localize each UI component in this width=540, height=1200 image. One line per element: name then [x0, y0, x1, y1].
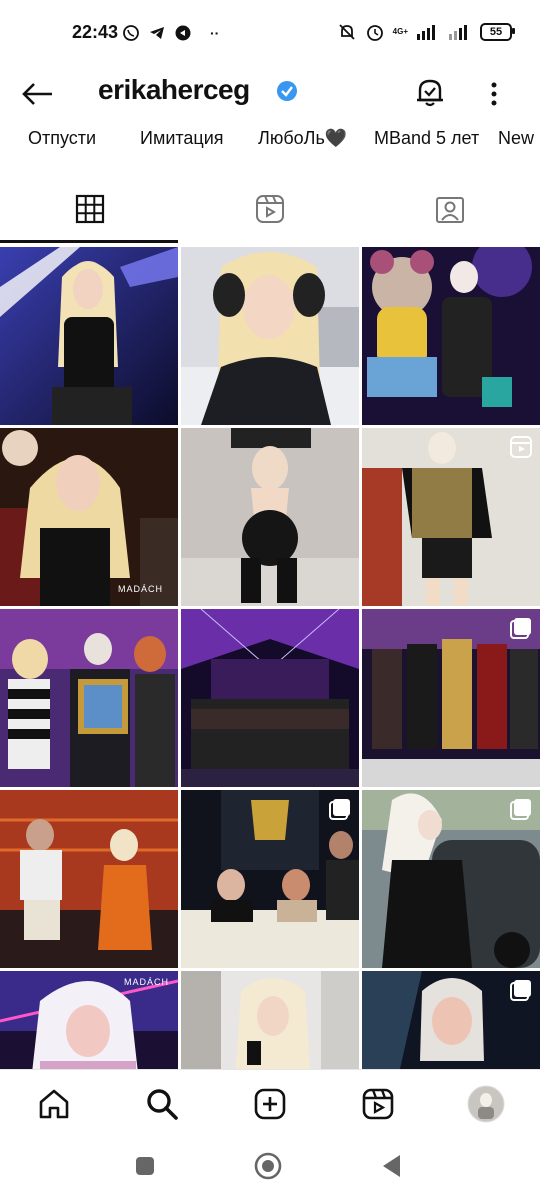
signal-icon [417, 25, 435, 40]
post-watermark: MADÁCH [118, 584, 164, 594]
highlight-label[interactable]: Имитация [140, 128, 224, 149]
posts-grid: MADÁCH MADÁCH [0, 247, 540, 1069]
profile-tabs [0, 186, 540, 244]
grid-icon [75, 194, 105, 224]
tab-reels[interactable] [180, 186, 360, 242]
reel-badge-icon [510, 436, 532, 458]
nav-home[interactable] [34, 1084, 74, 1124]
telegram-icon [150, 27, 164, 39]
home-button-icon[interactable] [254, 1152, 282, 1180]
post-thumbnail[interactable] [181, 790, 359, 968]
nav-search[interactable] [142, 1084, 182, 1124]
reels-nav-icon [362, 1088, 394, 1120]
post-thumbnail[interactable] [362, 790, 540, 968]
system-navigation [0, 1135, 540, 1200]
status-bar: 22:43 ·· 4G+ 55 [0, 0, 540, 66]
post-thumbnail[interactable] [0, 247, 178, 425]
nav-profile[interactable] [466, 1084, 506, 1124]
post-thumbnail[interactable] [181, 971, 359, 1069]
post-thumbnail[interactable] [181, 609, 359, 787]
recent-apps-icon[interactable] [134, 1155, 156, 1177]
story-highlights: Отпусти Имитация ЛюбоЛь🖤 MBand 5 лет New [0, 128, 540, 158]
add-post-icon [254, 1088, 286, 1120]
tab-tagged[interactable] [360, 186, 540, 242]
nav-create[interactable] [250, 1084, 290, 1124]
carousel-badge-icon [329, 799, 350, 820]
battery-level: 55 [489, 26, 503, 38]
avatar [467, 1085, 505, 1123]
highlight-label[interactable]: Отпусти [28, 128, 96, 149]
mute-icon [339, 24, 355, 40]
carousel-badge-icon [510, 980, 531, 1001]
post-thumbnail[interactable] [181, 247, 359, 425]
search-icon [147, 1089, 178, 1120]
tagged-icon [436, 197, 464, 223]
highlight-label[interactable]: New [498, 128, 534, 149]
home-icon [39, 1089, 69, 1119]
profile-username: erikaherceg [98, 74, 250, 105]
highlight-label[interactable]: ЛюбоЛь🖤 [258, 128, 347, 149]
post-thumbnail[interactable]: MADÁCH [0, 428, 178, 606]
more-notifications-icon: ·· [210, 25, 220, 41]
active-tab-indicator [0, 240, 178, 243]
app-notification-icon [175, 25, 191, 41]
profile-header: erikaherceg [0, 66, 540, 118]
post-thumbnail[interactable] [362, 428, 540, 606]
highlight-label[interactable]: MBand 5 лет [374, 128, 479, 149]
post-thumbnail[interactable] [362, 971, 540, 1069]
back-button-icon[interactable] [380, 1153, 404, 1179]
notification-bell-icon[interactable] [412, 74, 448, 110]
signal-2-icon [449, 25, 467, 40]
carousel-badge-icon [510, 799, 531, 820]
whatsapp-icon [123, 25, 139, 41]
post-thumbnail[interactable] [0, 609, 178, 787]
status-time: 22:43 [72, 22, 119, 42]
battery-icon: 55 [480, 23, 515, 41]
verified-badge-icon [277, 81, 297, 101]
reels-icon [256, 195, 284, 223]
post-watermark: MADÁCH [124, 977, 170, 987]
post-thumbnail[interactable] [0, 790, 178, 968]
more-options-icon[interactable] [482, 76, 506, 112]
post-thumbnail[interactable] [362, 609, 540, 787]
post-thumbnail[interactable]: MADÁCH [0, 971, 178, 1069]
carousel-badge-icon [510, 618, 531, 639]
post-thumbnail[interactable] [181, 428, 359, 606]
post-thumbnail[interactable] [362, 247, 540, 425]
network-type: 4G+ [392, 27, 408, 36]
alarm-icon [366, 25, 383, 41]
back-arrow-icon[interactable] [20, 76, 56, 112]
nav-reels[interactable] [358, 1084, 398, 1124]
bottom-navigation [0, 1069, 540, 1136]
tab-grid[interactable] [0, 186, 180, 242]
